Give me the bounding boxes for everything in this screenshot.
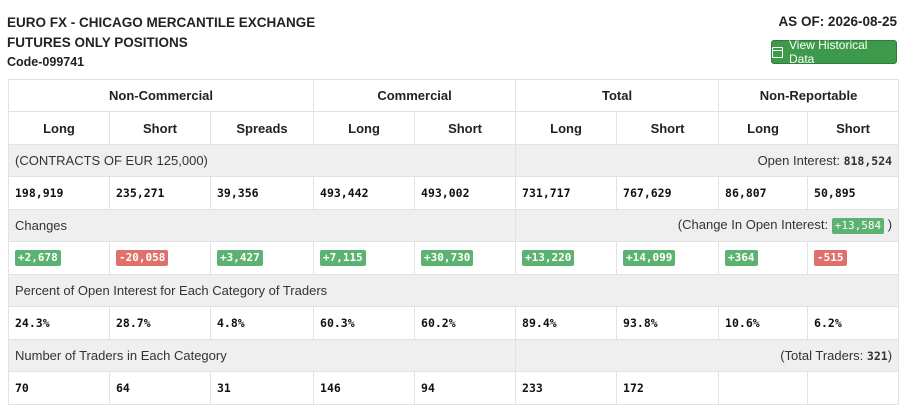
contracts-values-row: 198,919 235,271 39,356 493,442 493,002 7… — [8, 176, 900, 210]
table-cell: 493,002 — [414, 176, 517, 210]
table-cell: +30,730 — [414, 241, 517, 275]
traders-label: Number of Traders in Each Category — [7, 339, 517, 372]
change-badge: +2,678 — [15, 250, 61, 266]
table-cell: 493,442 — [313, 176, 416, 210]
change-badge: +364 — [725, 250, 758, 266]
table-cell: 198,919 — [8, 176, 110, 210]
table-cell: 60.2% — [414, 306, 517, 340]
as-of-date: AS OF: 2026-08-25 — [778, 14, 897, 29]
change-oi-prefix: (Change In Open Interest: — [677, 217, 829, 232]
col-header: Short — [414, 111, 517, 145]
table-cell: +2,678 — [8, 241, 110, 275]
report-subtitle: FUTURES ONLY POSITIONS — [7, 35, 188, 50]
view-historical-data-label: View Historical Data — [788, 38, 868, 66]
contracts-label: (CONTRACTS OF EUR 125,000) — [7, 144, 517, 177]
change-badge: +14,099 — [623, 250, 676, 266]
table-cell: +364 — [718, 241, 809, 275]
report-title-block: EURO FX - CHICAGO MERCANTILE EXCHANGE FU… — [7, 13, 315, 71]
col-header: Long — [313, 111, 416, 145]
table-cell — [807, 371, 900, 405]
table-cell: +3,427 — [209, 241, 315, 275]
table-cell: +13,220 — [515, 241, 618, 275]
table-cell: 50,895 — [807, 176, 900, 210]
change-badge: +7,115 — [320, 250, 366, 266]
table-cell — [718, 371, 809, 405]
percent-values-row: 24.3% 28.7% 4.8% 60.3% 60.2% 89.4% 93.8%… — [8, 306, 900, 340]
change-badge: +13,220 — [522, 250, 575, 266]
group-total: Total — [515, 79, 720, 112]
table-cell: 235,271 — [109, 176, 211, 210]
table-cell: 4.8% — [209, 306, 315, 340]
report-title: EURO FX - CHICAGO MERCANTILE EXCHANGE — [7, 15, 316, 30]
change-badge: -515 — [814, 250, 847, 266]
group-non-reportable: Non-Reportable — [718, 79, 900, 112]
changes-section-row: Changes (Change In Open Interest: +13,58… — [7, 209, 900, 242]
traders-values-row: 70 64 31 146 94 233 172 — [8, 371, 900, 405]
table-cell: 31 — [209, 371, 315, 405]
table-cell: 172 — [616, 371, 720, 405]
table-cell: 10.6% — [718, 306, 809, 340]
changes-label: Changes — [7, 209, 517, 242]
total-traders-value: 321 — [866, 349, 888, 363]
col-header: Spreads — [209, 111, 315, 145]
table-cell: 767,629 — [616, 176, 720, 210]
col-header: Short — [616, 111, 720, 145]
table-cell: 6.2% — [807, 306, 900, 340]
col-header: Short — [807, 111, 900, 145]
report-header: EURO FX - CHICAGO MERCANTILE EXCHANGE FU… — [0, 0, 900, 79]
table-cell: 70 — [8, 371, 110, 405]
table-cell: 146 — [313, 371, 416, 405]
col-header: Long — [515, 111, 618, 145]
col-header: Long — [8, 111, 110, 145]
col-header: Long — [718, 111, 809, 145]
table-cell: +14,099 — [616, 241, 720, 275]
table-cell: 64 — [109, 371, 211, 405]
group-header-row: Non-Commercial Commercial Total Non-Repo… — [7, 79, 900, 112]
table-cell: -20,058 — [109, 241, 211, 275]
view-historical-data-button[interactable]: View Historical Data — [771, 38, 897, 66]
calendar-icon — [772, 46, 783, 58]
open-interest: Open Interest: 818,524 — [515, 144, 900, 177]
total-traders: (Total Traders: 321) — [515, 339, 900, 372]
table-cell: 24.3% — [8, 306, 110, 340]
col-header: Short — [109, 111, 211, 145]
contract-code: Code-099741 — [7, 55, 85, 69]
change-oi-badge: +13,584 — [831, 218, 885, 234]
table-cell: 39,356 — [209, 176, 315, 210]
percent-label: Percent of Open Interest for Each Catego… — [7, 274, 900, 307]
column-header-row: Long Short Spreads Long Short Long Short… — [8, 111, 900, 145]
total-traders-suffix: ) — [887, 348, 893, 363]
table-cell: 731,717 — [515, 176, 618, 210]
table-cell: -515 — [807, 241, 900, 275]
table-cell: 89.4% — [515, 306, 618, 340]
table-cell: 28.7% — [109, 306, 211, 340]
table-cell: 94 — [414, 371, 517, 405]
table-cell: +7,115 — [313, 241, 416, 275]
group-non-commercial: Non-Commercial — [7, 79, 315, 112]
traders-section-row: Number of Traders in Each Category (Tota… — [7, 339, 900, 372]
contracts-section-row: (CONTRACTS OF EUR 125,000) Open Interest… — [7, 144, 900, 177]
open-interest-value: 818,524 — [843, 154, 893, 168]
table-cell: 60.3% — [313, 306, 416, 340]
percent-section-row: Percent of Open Interest for Each Catego… — [7, 274, 900, 307]
change-oi-suffix: ) — [887, 217, 893, 232]
table-cell: 86,807 — [718, 176, 809, 210]
open-interest-label: Open Interest: — [757, 153, 840, 168]
total-traders-prefix: (Total Traders: — [780, 348, 864, 363]
change-badge: +3,427 — [217, 250, 263, 266]
group-commercial: Commercial — [313, 79, 517, 112]
table-cell: 93.8% — [616, 306, 720, 340]
change-in-open-interest: (Change In Open Interest: +13,584 ) — [515, 209, 900, 242]
table-cell: 233 — [515, 371, 618, 405]
change-badge: +30,730 — [421, 250, 474, 266]
change-badge: -20,058 — [116, 250, 169, 266]
cot-positions-table: Non-Commercial Commercial Total Non-Repo… — [7, 79, 900, 405]
changes-values-row: +2,678 -20,058 +3,427 +7,115 +30,730 +13… — [8, 241, 900, 275]
